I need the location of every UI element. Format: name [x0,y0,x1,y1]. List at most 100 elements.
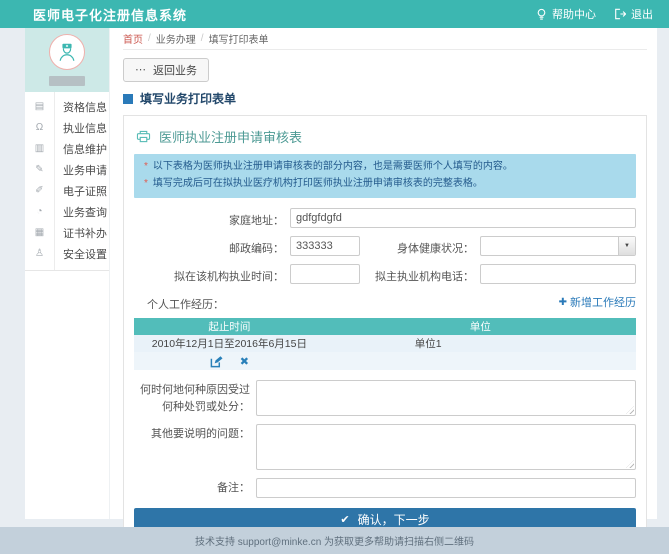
edit-icon [210,355,223,368]
main-area: 首页 / 业务办理 / 填写打印表单 ⋯ 返回业务 填写业务打印表单 [110,28,657,519]
printer-icon [136,130,151,143]
breadcrumb-separator: / [148,33,151,44]
remark-input[interactable] [256,478,636,498]
logout-link[interactable]: 退出 [614,6,653,22]
home-address-row: 家庭地址： [134,208,636,228]
page-footer: 技术支持 support@minke.cn 为获取更多帮助请扫描右侧二维码 [0,527,669,554]
add-work-experience-link[interactable]: ✚ 新增工作经历 [559,294,636,310]
check-icon: ✔ [340,513,349,526]
pie-chart-icon: ◔ [25,206,54,217]
sidebar-item-security-settings[interactable]: ♙ 安全设置 [25,243,109,264]
breadcrumb-business-handling[interactable]: 业务办理 [156,31,196,46]
unit-column-header: 单位 [325,318,636,335]
other-notes-label: 其他要说明的问题： [134,424,256,443]
practice-time-phone-row: 拟在该机构执业时间： 拟主执业机构电话： [134,264,636,284]
certificate-icon: ▦ [25,227,54,238]
delete-row-button[interactable]: ✖ [240,355,249,368]
sidebar-item-info-maintenance[interactable]: ▥ 信息维护 [25,138,109,159]
table-action-row: ✖ [134,352,636,370]
help-center-label: 帮助中心 [552,6,596,22]
org-phone-label: 拟主执业机构电话： [360,264,480,284]
postal-health-row: 邮政编码： 身体健康状况： ▼ [134,236,636,256]
form-panel: 医师执业注册申请审核表 *以下表格为医师执业注册申请审核表的部分内容，也是需要医… [123,115,647,541]
other-notes-row: 其他要说明的问题： [134,424,636,470]
square-bullet-icon [123,94,133,104]
home-address-label: 家庭地址： [134,208,290,228]
home-address-input[interactable] [290,208,636,228]
lightbulb-icon [536,8,547,21]
license-icon: ✐ [25,185,54,196]
health-status-select[interactable]: ▼ [480,236,636,256]
practice-time-label: 拟在该机构执业时间： [134,264,290,284]
confirm-next-label: 确认，下一步 [358,511,430,528]
asterisk-icon: * [144,161,148,172]
postal-code-input[interactable] [290,236,360,256]
plus-icon: ✚ [559,297,567,308]
edit-row-button[interactable] [210,355,223,368]
doctor-icon [56,41,78,63]
top-header: 医师电子化注册信息系统 帮助中心 退出 [0,0,669,28]
header-actions: 帮助中心 退出 [536,6,653,22]
sidebar-item-qualification-info[interactable]: ▤ 资格信息 [25,96,109,117]
application-form: 家庭地址： 邮政编码： 身体健康状况： ▼ 拟在该机构执业时间： [134,208,636,530]
org-phone-input[interactable] [480,264,636,284]
breadcrumb-current-page: 填写打印表单 [209,31,269,46]
help-center-link[interactable]: 帮助中心 [536,6,596,22]
postal-code-label: 邮政编码： [134,236,290,256]
punishment-label: 何时何地何种原因受过何种处罚或处分： [134,380,256,415]
work-experience-row: 个人工作经历： ✚ 新增工作经历 [134,292,636,312]
breadcrumb-separator: / [201,33,204,44]
content-wrapper: ▤ 资格信息 Ω 执业信息 ▥ 信息维护 ✎ 业务申请 ✐ 电子证照 [25,28,657,519]
notice-line: *以下表格为医师执业注册申请审核表的部分内容，也是需要医师个人填写的内容。 [144,159,626,176]
remark-row: 备注： [134,478,636,498]
breadcrumb-home[interactable]: 首页 [123,31,143,46]
logout-icon [614,8,626,20]
remark-label: 备注： [134,478,256,497]
sidebar: ▤ 资格信息 Ω 执业信息 ▥ 信息维护 ✎ 业务申请 ✐ 电子证照 [25,28,110,519]
sidebar-item-electronic-license[interactable]: ✐ 电子证照 [25,180,109,201]
user-profile-box [25,28,109,92]
logout-label: 退出 [631,6,653,22]
page-title-text: 填写业务打印表单 [140,90,236,107]
page-title: 填写业务打印表单 [123,90,647,107]
punishment-row: 何时何地何种原因受过何种处罚或处分： [134,380,636,416]
table-header-row: 起止时间 单位 [134,318,636,335]
return-business-button[interactable]: ⋯ 返回业务 [123,58,209,82]
sidebar-item-business-application[interactable]: ✎ 业务申请 [25,159,109,180]
period-column-header: 起止时间 [134,318,325,335]
sidebar-item-business-query[interactable]: ◔ 业务查询 [25,201,109,222]
notice-line: *填写完成后可在拟执业医疗机构打印医师执业注册申请审核表的完整表格。 [144,176,626,193]
asterisk-icon: * [144,178,148,189]
health-status-label: 身体健康状况： [360,236,480,256]
chevron-down-icon[interactable]: ▼ [618,237,635,255]
punishment-textarea[interactable] [256,380,636,416]
return-business-label: 返回业务 [153,62,197,78]
unit-cell: 单位1 [325,335,636,352]
footer-text: 技术支持 support@minke.cn 为获取更多帮助请扫描右侧二维码 [195,533,474,548]
form-title-row: 医师执业注册申请审核表 [134,124,636,154]
practice-time-input[interactable] [290,264,360,284]
pencil-icon: ✎ [25,164,54,175]
app-window: 医师电子化注册信息系统 帮助中心 退出 [0,0,669,554]
sidebar-item-certificate-reissue[interactable]: ▦ 证书补办 [25,222,109,243]
other-notes-textarea[interactable] [256,424,636,470]
delete-x-icon: ✖ [240,355,249,368]
notice-box: *以下表格为医师执业注册申请审核表的部分内容，也是需要医师个人填写的内容。 *填… [134,154,636,198]
work-experience-label: 个人工作经历： [134,292,230,312]
person-icon: ♙ [25,248,54,259]
table-row: 2010年12月1日至2016年6月15日 单位1 [134,335,636,352]
add-work-experience-label: 新增工作经历 [570,294,636,310]
breadcrumb: 首页 / 业务办理 / 填写打印表单 [123,28,647,50]
document-icon: ▤ [25,101,54,112]
user-name-placeholder [49,76,85,86]
form-title: 医师执业注册申请审核表 [159,127,302,146]
ellipsis-icon: ⋯ [135,65,146,76]
id-card-icon: ▥ [25,143,54,154]
period-cell: 2010年12月1日至2016年6月15日 [134,335,325,352]
headset-icon: Ω [25,122,54,133]
sidebar-menu: ▤ 资格信息 Ω 执业信息 ▥ 信息维护 ✎ 业务申请 ✐ 电子证照 [25,92,109,271]
sidebar-item-practice-info[interactable]: Ω 执业信息 [25,117,109,138]
app-title: 医师电子化注册信息系统 [33,5,187,24]
avatar[interactable] [49,34,85,70]
work-experience-table: 起止时间 单位 2010年12月1日至2016年6月15日 单位1 [134,318,636,370]
